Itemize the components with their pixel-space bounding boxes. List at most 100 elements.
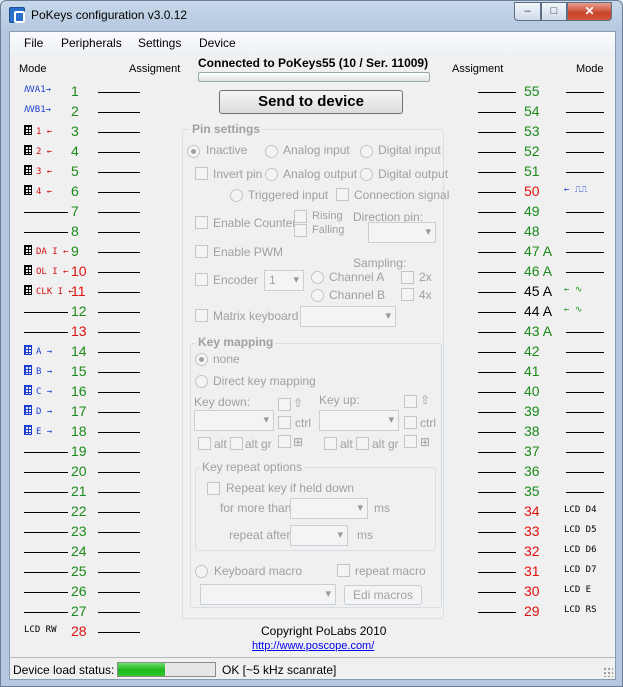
menu-file[interactable]: File bbox=[24, 36, 43, 50]
pin-44a[interactable]: 44 A ← ∿ bbox=[478, 302, 598, 322]
repeat-key-checkbox[interactable] bbox=[207, 482, 220, 495]
pin-34[interactable]: 34 LCD D4 bbox=[478, 502, 598, 522]
invert-pin-checkbox[interactable] bbox=[195, 167, 208, 180]
pin-19[interactable]: 19 bbox=[18, 442, 140, 462]
none-radio[interactable] bbox=[195, 353, 208, 366]
pin-1[interactable]: 1 ꟿA1→ bbox=[18, 82, 140, 102]
falling-checkbox[interactable] bbox=[294, 224, 307, 237]
key-down-ctrl-checkbox[interactable] bbox=[278, 416, 291, 429]
pin-20[interactable]: 20 bbox=[18, 462, 140, 482]
pin-24[interactable]: 24 bbox=[18, 542, 140, 562]
pin-18[interactable]: 18 E → bbox=[18, 422, 140, 442]
sampling-4x-checkbox[interactable] bbox=[401, 288, 414, 301]
menu-settings[interactable]: Settings bbox=[138, 36, 181, 50]
pin-13[interactable]: 13 bbox=[18, 322, 140, 342]
pin-8[interactable]: 8 bbox=[18, 222, 140, 242]
edit-macros-button[interactable]: Edi macros bbox=[344, 585, 422, 605]
title-bar[interactable]: PoKeys configuration v3.0.12 – □ ✕ bbox=[1, 1, 622, 31]
menu-peripherals[interactable]: Peripherals bbox=[61, 36, 122, 50]
pin-47a[interactable]: 47 A bbox=[478, 242, 604, 262]
pin-27[interactable]: 27 bbox=[18, 602, 140, 622]
pin-26[interactable]: 26 bbox=[18, 582, 140, 602]
pin-31[interactable]: 31 LCD D7 bbox=[478, 562, 598, 582]
key-down-select[interactable] bbox=[194, 410, 274, 431]
pin-30[interactable]: 30 LCD E bbox=[478, 582, 598, 602]
direct-key-mapping-radio[interactable] bbox=[195, 375, 208, 388]
pin-16[interactable]: 16 C → bbox=[18, 382, 140, 402]
pin-55[interactable]: 55 bbox=[478, 82, 604, 102]
channel-b-radio[interactable] bbox=[311, 289, 324, 302]
rising-checkbox[interactable] bbox=[294, 210, 307, 223]
pin-36[interactable]: 36 bbox=[478, 462, 604, 482]
pin-23[interactable]: 23 bbox=[18, 522, 140, 542]
keyboard-macro-radio[interactable] bbox=[195, 565, 208, 578]
digital-input-radio[interactable] bbox=[360, 145, 373, 158]
pin-12[interactable]: 12 bbox=[18, 302, 140, 322]
more-than-select[interactable] bbox=[290, 498, 368, 519]
pin-7[interactable]: 7 bbox=[18, 202, 140, 222]
pin-21[interactable]: 21 bbox=[18, 482, 140, 502]
repeat-macro-checkbox[interactable] bbox=[337, 564, 350, 577]
minimize-button[interactable]: – bbox=[514, 2, 541, 21]
pin-43a[interactable]: 43 A bbox=[478, 322, 604, 342]
pin-25[interactable]: 25 bbox=[18, 562, 140, 582]
pin-4[interactable]: 4 2 ← bbox=[18, 142, 140, 162]
enable-pwm-checkbox[interactable] bbox=[195, 245, 208, 258]
pin-49[interactable]: 49 bbox=[478, 202, 604, 222]
pin-37[interactable]: 37 bbox=[478, 442, 604, 462]
pin-52[interactable]: 52 bbox=[478, 142, 604, 162]
pin-2[interactable]: 2 ꟿB1→ bbox=[18, 102, 140, 122]
key-down-alt-checkbox[interactable] bbox=[198, 437, 211, 450]
encoder-checkbox[interactable] bbox=[195, 273, 208, 286]
pin-40[interactable]: 40 bbox=[478, 382, 604, 402]
key-up-select[interactable] bbox=[319, 410, 399, 431]
analog-input-radio[interactable] bbox=[265, 145, 278, 158]
pin-42[interactable]: 42 bbox=[478, 342, 604, 362]
maximize-button[interactable]: □ bbox=[541, 2, 567, 21]
pin-33[interactable]: 33 LCD D5 bbox=[478, 522, 598, 542]
pin-45a[interactable]: 45 A ← ∿ bbox=[478, 282, 598, 302]
resize-grip[interactable] bbox=[603, 667, 613, 677]
key-up-shift-checkbox[interactable] bbox=[404, 395, 417, 408]
pin-3[interactable]: 3 1 ← bbox=[18, 122, 140, 142]
matrix-keyboard-select[interactable] bbox=[300, 306, 396, 327]
pin-38[interactable]: 38 bbox=[478, 422, 604, 442]
close-button[interactable]: ✕ bbox=[567, 2, 612, 21]
encoder-number-spinner[interactable]: 1 bbox=[264, 270, 304, 291]
repeat-after-select[interactable] bbox=[290, 525, 348, 546]
pin-28[interactable]: 28 LCD RW bbox=[18, 622, 140, 642]
pin-51[interactable]: 51 bbox=[478, 162, 604, 182]
pin-32[interactable]: 32 LCD D6 bbox=[478, 542, 598, 562]
key-down-win-checkbox[interactable] bbox=[278, 435, 291, 448]
pin-48[interactable]: 48 bbox=[478, 222, 604, 242]
inactive-radio[interactable] bbox=[187, 145, 200, 158]
pin-17[interactable]: 17 D → bbox=[18, 402, 140, 422]
pin-35[interactable]: 35 bbox=[478, 482, 604, 502]
pin-50[interactable]: 50 ← ⎍⎍ bbox=[478, 182, 598, 202]
connection-signal-checkbox[interactable] bbox=[336, 188, 349, 201]
send-to-device-button[interactable]: Send to device bbox=[219, 90, 403, 114]
direction-pin-select[interactable] bbox=[368, 222, 436, 243]
pin-41[interactable]: 41 bbox=[478, 362, 604, 382]
pin-11[interactable]: 11 CLK I ← bbox=[18, 282, 140, 302]
triggered-input-radio[interactable] bbox=[230, 189, 243, 202]
menu-device[interactable]: Device bbox=[199, 36, 236, 50]
pin-15[interactable]: 15 B → bbox=[18, 362, 140, 382]
pin-54[interactable]: 54 bbox=[478, 102, 604, 122]
key-up-altgr-checkbox[interactable] bbox=[356, 437, 369, 450]
matrix-keyboard-checkbox[interactable] bbox=[195, 309, 208, 322]
digital-output-radio[interactable] bbox=[360, 168, 373, 181]
pin-39[interactable]: 39 bbox=[478, 402, 604, 422]
pin-10[interactable]: 10 OL I ← bbox=[18, 262, 140, 282]
pin-53[interactable]: 53 bbox=[478, 122, 604, 142]
pin-22[interactable]: 22 bbox=[18, 502, 140, 522]
pin-6[interactable]: 6 4 ← bbox=[18, 182, 140, 202]
pin-29[interactable]: 29 LCD RS bbox=[478, 602, 598, 622]
analog-output-radio[interactable] bbox=[265, 168, 278, 181]
key-up-ctrl-checkbox[interactable] bbox=[404, 416, 417, 429]
pin-5[interactable]: 5 3 ← bbox=[18, 162, 140, 182]
website-link[interactable]: http://www.poscope.com/ bbox=[252, 640, 374, 652]
sampling-2x-checkbox[interactable] bbox=[401, 271, 414, 284]
key-up-alt-checkbox[interactable] bbox=[324, 437, 337, 450]
enable-counter-checkbox[interactable] bbox=[195, 216, 208, 229]
